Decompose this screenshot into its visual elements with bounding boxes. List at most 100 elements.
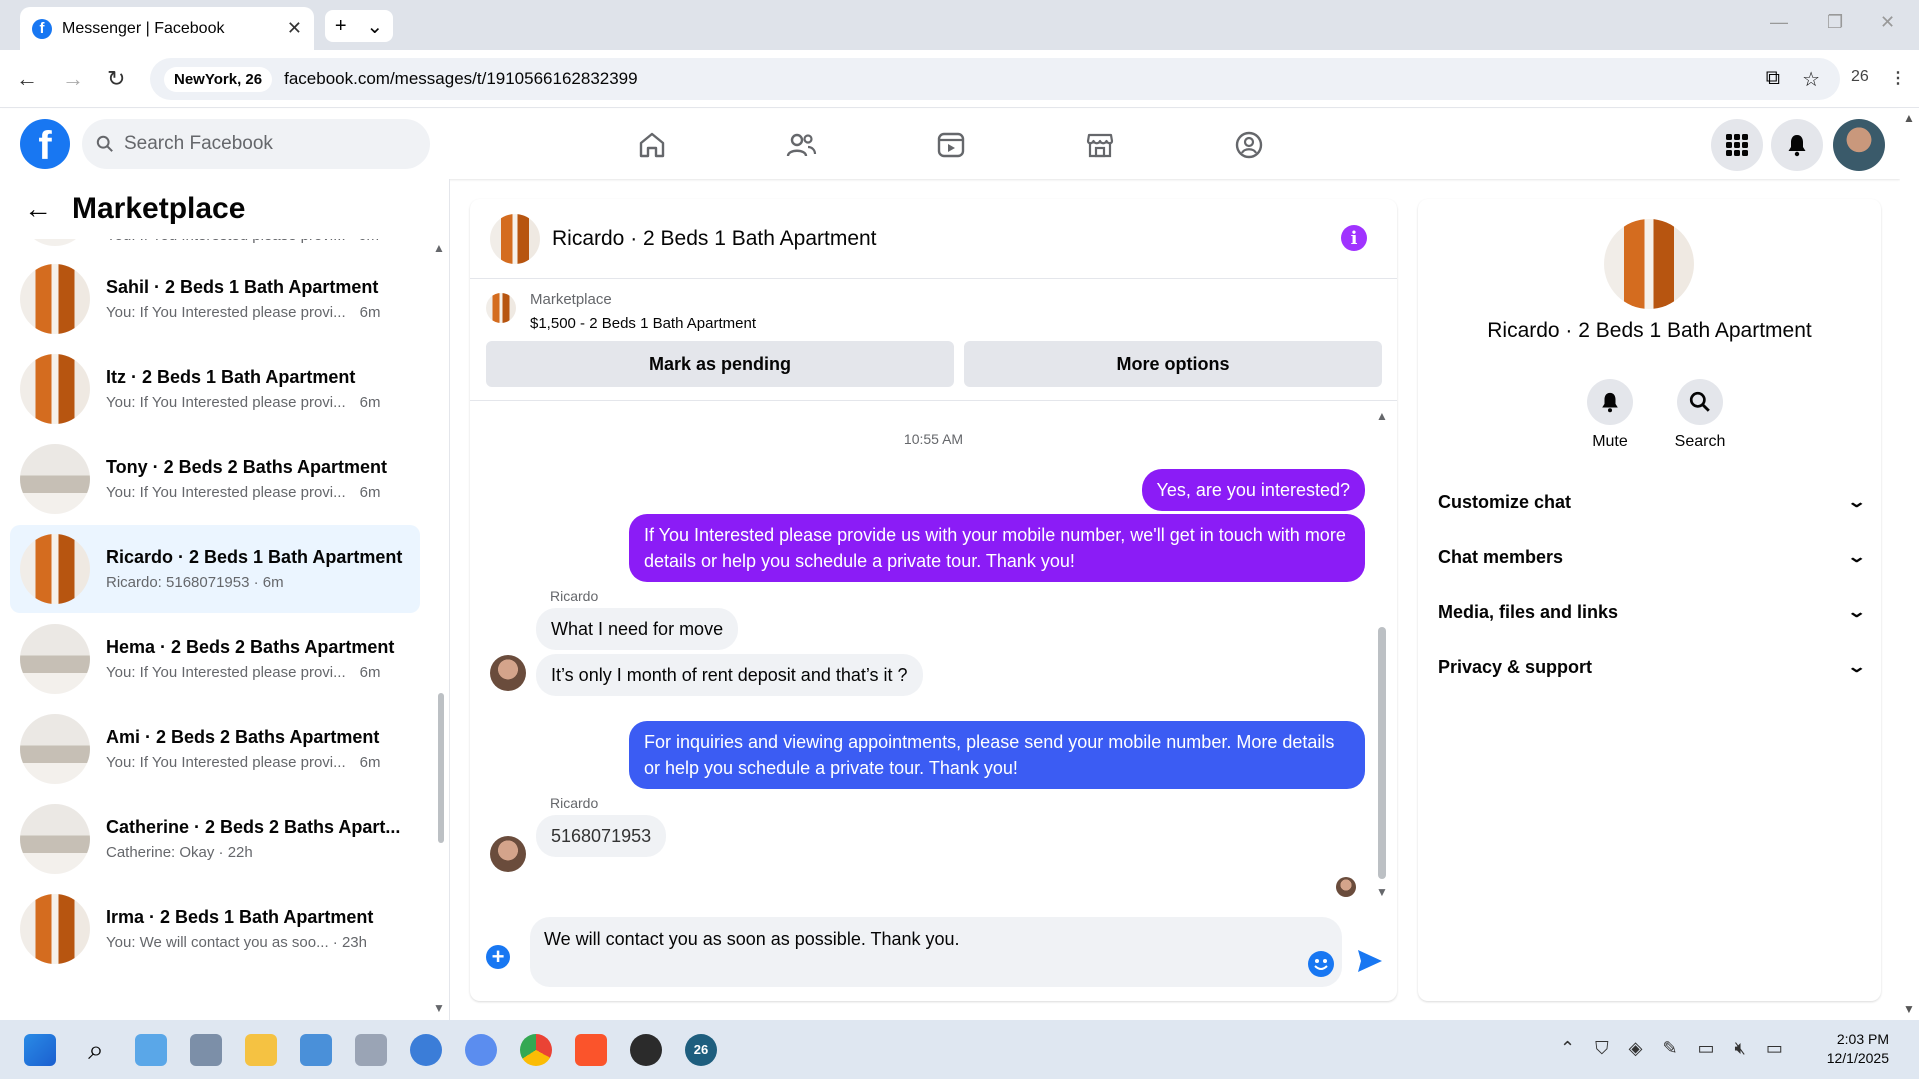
security-icon[interactable]: ⛉ <box>1595 1038 1609 1059</box>
search-label: Search <box>1674 433 1726 450</box>
list-item[interactable]: Hema · 2 Beds 2 Baths Apartment You: If Y… <box>10 615 420 703</box>
facebook-search-box[interactable]: Search Facebook <box>82 119 430 169</box>
conversation-preview: You: If You Interested please provi... 6m <box>106 394 381 411</box>
browser-tab[interactable]: f Messenger | Facebook ✕ <box>20 7 314 50</box>
scroll-up-icon[interactable]: ▲ <box>1376 409 1388 423</box>
chat-title[interactable]: Ricardo · 2 Beds 1 Bath Apartment <box>552 227 877 251</box>
clock-time: 2:03 PM <box>1836 1031 1889 1047</box>
minimize-icon[interactable]: — <box>1770 12 1788 33</box>
chevron-down-icon: ⌄ <box>1846 604 1867 621</box>
network-app-icon[interactable] <box>190 1034 222 1066</box>
outgoing-message[interactable]: If You Interested please provide us with… <box>629 514 1365 582</box>
browser-profile-icon[interactable]: 26 <box>685 1034 717 1066</box>
sender-avatar[interactable] <box>490 836 526 872</box>
conversation-preview: You: If You Interested please provi... 6m <box>106 754 381 771</box>
sender-avatar[interactable] <box>490 655 526 691</box>
bookmark-star-icon[interactable]: ☆ <box>1802 67 1820 92</box>
display-icon[interactable]: ▭ <box>1698 1038 1715 1059</box>
list-item[interactable]: Ricardo · 2 Beds 1 Bath Apartment Ricardo… <box>10 525 420 613</box>
marketplace-nav-button[interactable] <box>1045 119 1155 171</box>
page-scrollbar[interactable]: ▲ ▼ <box>1900 109 1919 1020</box>
listing-price[interactable]: $1,500 - 2 Beds 1 Bath Apartment <box>530 315 756 332</box>
chrome-icon[interactable] <box>520 1034 552 1066</box>
task-view-icon[interactable] <box>135 1034 167 1066</box>
scroll-down-icon[interactable]: ▼ <box>1376 885 1388 899</box>
message-input[interactable]: We will contact you as soon as possible.… <box>530 917 1342 987</box>
facebook-logo[interactable]: f <box>20 119 70 169</box>
scroll-up-icon[interactable]: ▲ <box>1903 111 1915 125</box>
privacy-support-section[interactable]: Privacy & support ⌄ <box>1438 647 1866 687</box>
scroll-down-icon[interactable]: ▼ <box>1903 1002 1915 1016</box>
info-icon[interactable]: i <box>1341 225 1367 251</box>
outgoing-message[interactable]: For inquiries and viewing appointments, … <box>629 721 1365 789</box>
more-options-button[interactable]: More options <box>964 341 1382 387</box>
gaming-nav-button[interactable] <box>1194 119 1304 171</box>
forward-arrow-icon[interactable]: → <box>62 66 84 92</box>
mark-as-pending-button[interactable]: Mark as pending <box>486 341 954 387</box>
chat-avatar[interactable] <box>490 213 540 264</box>
back-arrow-icon[interactable]: ← <box>24 193 52 225</box>
notifications-button[interactable] <box>1771 119 1823 171</box>
site-info-chip[interactable]: NewYork, 26 <box>164 66 273 92</box>
account-avatar[interactable] <box>1833 119 1885 171</box>
close-tab-icon[interactable]: ✕ <box>287 18 302 39</box>
add-attachment-icon[interactable]: + <box>486 944 510 969</box>
scrollbar-thumb[interactable] <box>1378 627 1386 879</box>
url-text[interactable]: facebook.com/messages/t/1910566162832399 <box>284 69 637 89</box>
listing-thumbnail <box>20 804 90 874</box>
browser-menu-icon[interactable]: ⋮ <box>1890 68 1906 88</box>
outgoing-message[interactable]: Yes, are you interested? <box>1141 469 1365 511</box>
brave-icon[interactable] <box>575 1034 607 1066</box>
list-item[interactable]: Sahil · 2 Beds 1 Bath Apartment You: If Y… <box>10 255 420 343</box>
address-bar[interactable]: NewYork, 26 facebook.com/messages/t/1910… <box>150 58 1840 100</box>
emoji-icon[interactable] <box>1308 951 1334 977</box>
restore-icon[interactable]: ❐ <box>1827 12 1843 33</box>
list-item[interactable]: Catherine · 2 Beds 2 Baths Apart... Cathe… <box>10 795 420 883</box>
home-nav-button[interactable] <box>597 119 707 171</box>
windows-start-icon[interactable] <box>24 1034 56 1066</box>
list-item[interactable]: Itz · 2 Beds 1 Bath Apartment You: If You… <box>10 345 420 433</box>
details-avatar[interactable] <box>1604 219 1694 309</box>
pen-icon[interactable]: ✎ <box>1662 1038 1677 1059</box>
new-tab-button[interactable]: + <box>335 15 347 38</box>
search-icon[interactable]: ⌕ <box>80 1034 112 1066</box>
chrome-remote-icon[interactable] <box>465 1034 497 1066</box>
mute-button[interactable]: Mute <box>1570 379 1650 451</box>
incoming-message[interactable]: 5168071953 <box>536 815 667 857</box>
back-arrow-icon[interactable]: ← <box>16 66 38 92</box>
conversation-name: Ami · 2 Beds 2 Baths Apartment <box>106 727 380 747</box>
profile-badge[interactable]: 26 <box>1851 68 1869 86</box>
scrollbar-thumb[interactable] <box>438 693 444 843</box>
send-icon[interactable] <box>1356 947 1384 975</box>
incoming-message[interactable]: What I need for move <box>536 608 739 650</box>
install-app-icon[interactable]: ⧉ <box>1766 67 1780 92</box>
search-in-chat-button[interactable]: Search <box>1660 379 1740 451</box>
chat-members-section[interactable]: Chat members ⌄ <box>1438 537 1866 577</box>
media-files-links-section[interactable]: Media, files and links ⌄ <box>1438 592 1867 632</box>
reload-icon[interactable]: ↻ <box>107 66 125 92</box>
file-explorer-icon[interactable] <box>245 1034 277 1066</box>
ixbrowser-icon[interactable] <box>630 1034 662 1066</box>
window-close-icon[interactable]: ✕ <box>1880 12 1895 33</box>
globe-app-icon[interactable] <box>410 1034 442 1066</box>
incoming-message[interactable]: It’s only I month of rent deposit and th… <box>536 654 923 696</box>
customize-chat-section[interactable]: Customize chat ⌄ <box>1438 482 1866 522</box>
chevron-up-icon[interactable]: ⌃ <box>1560 1038 1575 1059</box>
list-item[interactable]: Irma · 2 Beds 1 Bath Apartment You: We wi… <box>10 885 420 973</box>
defender-icon[interactable]: ◈ <box>1629 1038 1643 1059</box>
scroll-down-icon[interactable]: ▼ <box>433 1001 445 1015</box>
control-panel-icon[interactable] <box>300 1034 332 1066</box>
scroll-up-icon[interactable]: ▲ <box>433 241 445 255</box>
friends-nav-button[interactable] <box>746 119 856 171</box>
list-item[interactable]: Tony · 2 Beds 2 Baths Apartment You: If Y… <box>10 435 420 523</box>
listing-thumbnail[interactable] <box>486 293 516 323</box>
tab-search-button[interactable]: ⌄ <box>366 14 383 39</box>
snipping-tool-icon[interactable] <box>355 1034 387 1066</box>
search-placeholder: Search Facebook <box>124 133 273 154</box>
clock[interactable]: 2:03 PM 12/1/2025 <box>1827 1030 1889 1068</box>
menu-grid-button[interactable] <box>1711 119 1763 171</box>
battery-icon[interactable]: ▭ <box>1766 1038 1783 1059</box>
speaker-muted-icon[interactable]: 🔇︎ <box>1735 1038 1746 1059</box>
list-item[interactable]: Ami · 2 Beds 2 Baths Apartment You: If Yo… <box>10 705 420 793</box>
video-nav-button[interactable] <box>896 119 1006 171</box>
